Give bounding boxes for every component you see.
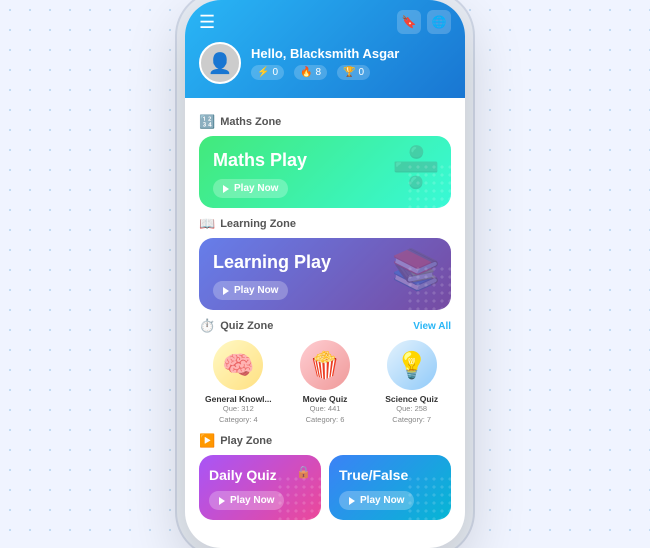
maths-zone-header: 🔢 Maths Zone — [199, 114, 451, 130]
quiz-movie-icon: 🍿 — [300, 340, 350, 390]
quiz-science-meta2: Category: 7 — [372, 415, 451, 426]
phone-frame: ☰ 🔖 🌐 👤 Hello, Blacksmith Asgar ⚡ 0 🔥 8 — [185, 0, 465, 548]
header-action-icons: 🔖 🌐 — [397, 10, 451, 34]
learning-play-icon — [223, 287, 229, 295]
play-zone-label: ▶️ Play Zone — [199, 433, 272, 449]
stat-trophy: 🏆 0 — [337, 65, 370, 80]
quiz-movie-meta1: Que: 441 — [286, 404, 365, 415]
content-area: 🔢 Maths Zone Maths Play Play Now ➗ 📖 Lea… — [185, 98, 465, 528]
greeting-text: Hello, Blacksmith Asgar — [251, 46, 399, 61]
maths-zone-icon: 🔢 — [199, 114, 215, 130]
quiz-zone-label: ⏱️ Quiz Zone — [199, 318, 273, 334]
header-top: ☰ 🔖 🌐 — [199, 10, 451, 34]
play-zone-header: ▶️ Play Zone — [199, 433, 451, 449]
quiz-general-name: General Knowl... — [199, 394, 278, 404]
play-zone-icon: ▶️ — [199, 433, 215, 449]
daily-quiz-dots — [276, 475, 321, 520]
quiz-zone-icon: ⏱️ — [199, 318, 215, 334]
true-false-dots — [406, 475, 451, 520]
quiz-item-movie[interactable]: 🍿 Movie Quiz Que: 441 Category: 6 — [286, 340, 365, 425]
quiz-science-icon: 💡 — [387, 340, 437, 390]
quiz-movie-meta2: Category: 6 — [286, 415, 365, 426]
true-false-play-label: Play Now — [360, 495, 404, 506]
play-zone-row: Daily Quiz 🔒 Play Now True/False Play No… — [199, 455, 451, 520]
daily-quiz-play-button[interactable]: Play Now — [209, 491, 284, 510]
daily-quiz-play-icon — [219, 497, 225, 505]
lightning-icon: ⚡ — [257, 67, 269, 78]
maths-play-button[interactable]: Play Now — [213, 179, 288, 198]
learning-play-button[interactable]: Play Now — [213, 281, 288, 300]
quiz-zone-header: ⏱️ Quiz Zone View All — [199, 318, 451, 334]
play-zone-text: Play Zone — [220, 435, 272, 447]
quiz-science-meta1: Que: 258 — [372, 404, 451, 415]
stat-lightning: ⚡ 0 — [251, 65, 284, 80]
quiz-science-name: Science Quiz — [372, 394, 451, 404]
avatar: 👤 — [199, 42, 241, 84]
stat-fire: 🔥 8 — [294, 65, 327, 80]
maths-play-icon — [223, 185, 229, 193]
quiz-items-row: 🧠 General Knowl... Que: 312 Category: 4 … — [199, 340, 451, 425]
maths-card-dots — [406, 163, 451, 208]
quiz-general-meta1: Que: 312 — [199, 404, 278, 415]
quiz-item-science[interactable]: 💡 Science Quiz Que: 258 Category: 7 — [372, 340, 451, 425]
trophy-icon: 🏆 — [343, 67, 355, 78]
quiz-movie-name: Movie Quiz — [286, 394, 365, 404]
stats-row: ⚡ 0 🔥 8 🏆 0 — [251, 65, 399, 80]
user-info: Hello, Blacksmith Asgar ⚡ 0 🔥 8 🏆 0 — [251, 46, 399, 80]
learning-zone-header: 📖 Learning Zone — [199, 216, 451, 232]
quiz-zone-text: Quiz Zone — [220, 320, 273, 332]
true-false-card[interactable]: True/False Play Now — [329, 455, 451, 520]
stat-fire-value: 8 — [315, 67, 321, 78]
learning-play-card[interactable]: Learning Play Play Now 📚 — [199, 238, 451, 310]
true-false-play-icon — [349, 497, 355, 505]
daily-quiz-play-label: Play Now — [230, 495, 274, 506]
bookmark-icon-btn[interactable]: 🔖 — [397, 10, 421, 34]
translate-icon-btn[interactable]: 🌐 — [427, 10, 451, 34]
quiz-general-meta2: Category: 4 — [199, 415, 278, 426]
true-false-play-button[interactable]: Play Now — [339, 491, 414, 510]
learning-play-label: Play Now — [234, 285, 278, 296]
quiz-view-all[interactable]: View All — [413, 321, 451, 332]
maths-zone-text: Maths Zone — [220, 116, 281, 128]
learning-zone-text: Learning Zone — [220, 218, 296, 230]
learning-card-dots — [406, 265, 451, 310]
header: ☰ 🔖 🌐 👤 Hello, Blacksmith Asgar ⚡ 0 🔥 8 — [185, 0, 465, 98]
stat-trophy-value: 0 — [358, 67, 364, 78]
menu-icon[interactable]: ☰ — [199, 12, 215, 33]
learning-zone-icon: 📖 — [199, 216, 215, 232]
user-row: 👤 Hello, Blacksmith Asgar ⚡ 0 🔥 8 🏆 0 — [199, 42, 451, 84]
daily-quiz-card[interactable]: Daily Quiz 🔒 Play Now — [199, 455, 321, 520]
learning-zone-label: 📖 Learning Zone — [199, 216, 296, 232]
stat-lightning-value: 0 — [272, 67, 278, 78]
quiz-item-general[interactable]: 🧠 General Knowl... Que: 312 Category: 4 — [199, 340, 278, 425]
maths-play-label: Play Now — [234, 183, 278, 194]
maths-zone-label: 🔢 Maths Zone — [199, 114, 281, 130]
quiz-general-icon: 🧠 — [213, 340, 263, 390]
maths-play-card[interactable]: Maths Play Play Now ➗ — [199, 136, 451, 208]
fire-icon: 🔥 — [300, 67, 312, 78]
